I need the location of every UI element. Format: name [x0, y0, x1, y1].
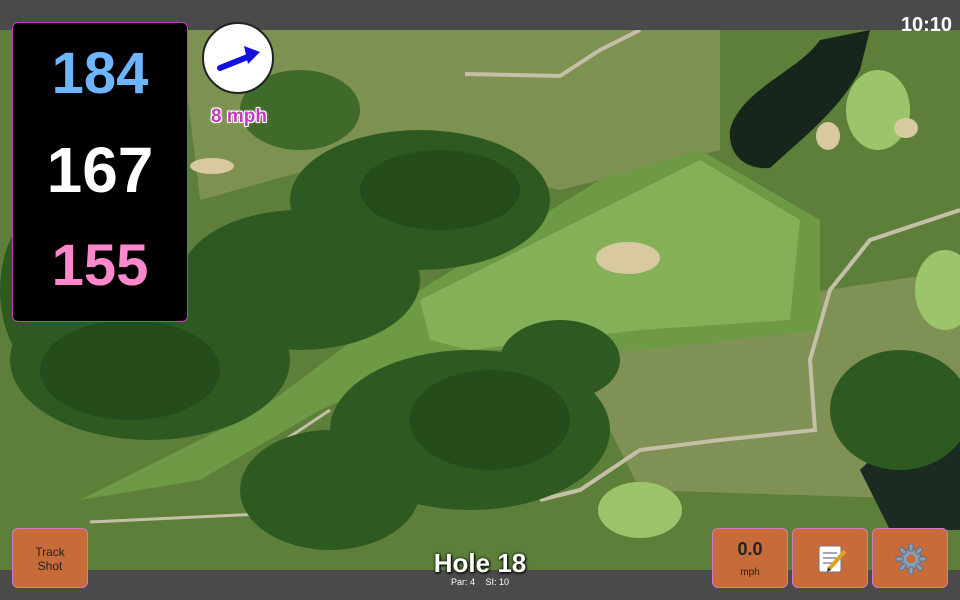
back-yardage: 184: [51, 41, 149, 106]
wind-arrow-icon: [217, 46, 260, 71]
notepad-icon: [818, 545, 847, 573]
middle-yardage: 167: [46, 134, 154, 206]
hole-info: Par: 4 SI: 10: [380, 577, 580, 587]
gear-icon: [895, 543, 927, 575]
track-shot-button[interactable]: Track Shot: [12, 528, 88, 588]
wind-speed: 8 mph: [211, 106, 267, 127]
speed-unit: mph: [740, 567, 760, 578]
wind-indicator: [202, 22, 274, 94]
speed-button[interactable]: 0.0 mph: [712, 528, 788, 588]
track-shot-label: Track Shot: [35, 545, 65, 573]
hole-par: Par: 4: [450, 577, 475, 587]
hole-stroke-index: SI: 10: [485, 577, 510, 587]
clock: 10:10: [900, 14, 952, 36]
notes-button[interactable]: [792, 528, 868, 588]
front-yardage: 155: [51, 233, 149, 298]
yardage-panel: 184 167 155: [12, 22, 188, 322]
hole-title: Hole 18: [433, 548, 527, 578]
speed-value: 0.0: [737, 539, 763, 559]
settings-button[interactable]: [872, 528, 948, 588]
